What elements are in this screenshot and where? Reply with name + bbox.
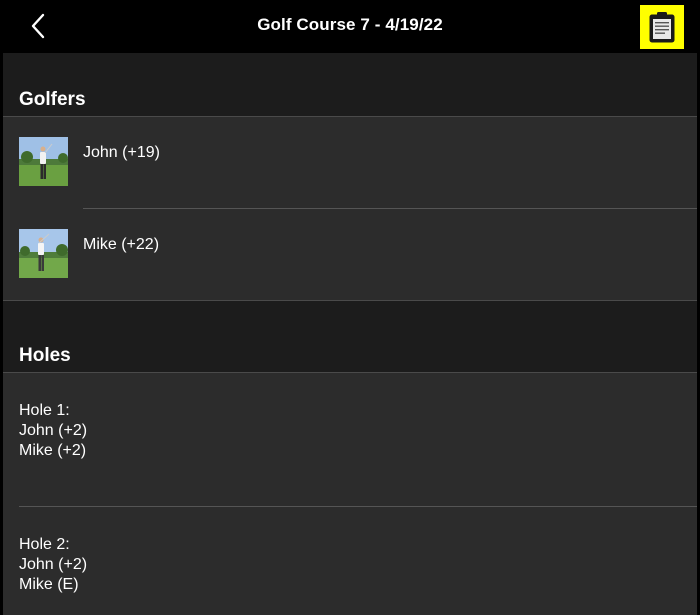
golfers-section-title: Golfers xyxy=(19,89,86,110)
holes-list: Hole 1: John (+2) Mike (+2) Hole 2: John… xyxy=(3,372,697,615)
golfer-row-john[interactable]: John (+19) xyxy=(3,117,697,209)
holes-section-header: Holes xyxy=(3,300,697,372)
golfer-photo xyxy=(19,229,68,278)
hole-row-2[interactable]: Hole 2: John (+2) Mike (E) xyxy=(19,535,87,595)
scorecard-content[interactable]: Golfers John (+19) Mike (+22) Holes Hole… xyxy=(3,53,697,615)
golfer-row-mike[interactable]: Mike (+22) xyxy=(3,209,697,301)
clipboard-button[interactable] xyxy=(640,5,684,49)
holes-section-title: Holes xyxy=(19,345,71,366)
hole-score: Mike (E) xyxy=(19,576,79,593)
navigation-bar: Golf Course 7 - 4/19/22 xyxy=(0,0,700,53)
row-divider xyxy=(19,506,697,507)
hole-label: Hole 1: xyxy=(19,402,70,419)
hole-score: Mike (+2) xyxy=(19,442,87,459)
golfer-name: John (+19) xyxy=(83,144,160,161)
page-title: Golf Course 7 - 4/19/22 xyxy=(257,15,443,34)
golfers-section-header: Golfers xyxy=(3,53,697,116)
hole-label: Hole 2: xyxy=(19,536,70,553)
golfers-list: John (+19) Mike (+22) xyxy=(3,116,697,300)
hole-row-1[interactable]: Hole 1: John (+2) Mike (+2) xyxy=(19,401,87,461)
clipboard-icon xyxy=(649,12,675,43)
hole-score: John (+2) xyxy=(19,422,88,439)
golfer-photo xyxy=(19,137,68,186)
hole-score: John (+2) xyxy=(19,556,88,573)
golfer-name: Mike (+22) xyxy=(83,236,160,253)
